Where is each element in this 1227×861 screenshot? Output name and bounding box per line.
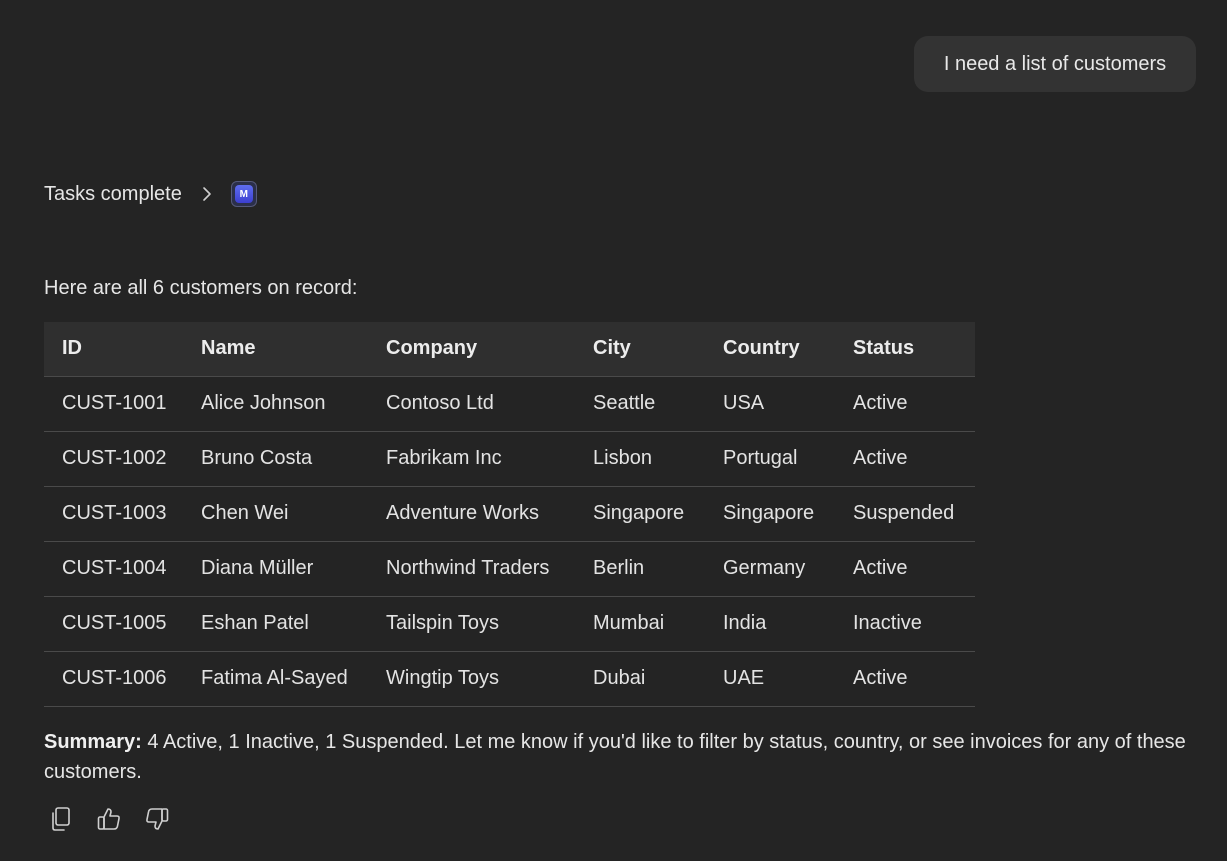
app-badge-letter: M <box>234 185 253 203</box>
column-header-city: City <box>575 322 705 377</box>
cell-name: Alice Johnson <box>183 376 368 432</box>
table-row: CUST-1001 Alice Johnson Contoso Ltd Seat… <box>44 376 975 432</box>
cell-city: Dubai <box>575 651 705 707</box>
tasks-status-label: Tasks complete <box>44 182 182 205</box>
cell-name: Diana Müller <box>183 541 368 597</box>
cell-city: Seattle <box>575 376 705 432</box>
cell-country: Singapore <box>705 486 835 542</box>
cell-name: Fatima Al-Sayed <box>183 651 368 707</box>
thumbs-up-icon[interactable] <box>96 804 122 834</box>
cell-id: CUST-1002 <box>44 431 183 487</box>
cell-status: Active <box>835 431 975 487</box>
response-summary: Summary: 4 Active, 1 Inactive, 1 Suspend… <box>44 727 1194 787</box>
cell-name: Bruno Costa <box>183 431 368 487</box>
table-row: CUST-1002 Bruno Costa Fabrikam Inc Lisbo… <box>44 431 975 487</box>
customers-table: ID Name Company City Country Status CUST… <box>44 322 975 707</box>
cell-name: Chen Wei <box>183 486 368 542</box>
cell-country: UAE <box>705 651 835 707</box>
chevron-right-icon[interactable] <box>200 187 214 201</box>
cell-id: CUST-1001 <box>44 376 183 432</box>
table-row: CUST-1004 Diana Müller Northwind Traders… <box>44 541 975 597</box>
table-row: CUST-1006 Fatima Al-Sayed Wingtip Toys D… <box>44 651 975 707</box>
cell-company: Fabrikam Inc <box>368 431 575 487</box>
response-intro: Here are all 6 customers on record: <box>44 277 358 299</box>
user-message-text: I need a list of customers <box>943 52 1167 75</box>
cell-status: Active <box>835 541 975 597</box>
cell-company: Contoso Ltd <box>368 376 575 432</box>
cell-country: India <box>705 596 835 652</box>
app-badge-icon[interactable]: M <box>230 181 257 207</box>
cell-company: Wingtip Toys <box>368 651 575 707</box>
table-row: CUST-1005 Eshan Patel Tailspin Toys Mumb… <box>44 596 975 652</box>
cell-country: USA <box>705 376 835 432</box>
cell-country: Germany <box>705 541 835 597</box>
tasks-status-row: Tasks complete M <box>44 176 257 212</box>
cell-city: Lisbon <box>575 431 705 487</box>
cell-company: Northwind Traders <box>368 541 575 597</box>
column-header-status: Status <box>835 322 975 377</box>
cell-status: Active <box>835 651 975 707</box>
summary-text: 4 Active, 1 Inactive, 1 Suspended. Let m… <box>44 731 1186 783</box>
column-header-company: Company <box>368 322 575 377</box>
cell-name: Eshan Patel <box>183 596 368 652</box>
column-header-id: ID <box>44 322 183 377</box>
cell-status: Inactive <box>835 596 975 652</box>
cell-status: Suspended <box>835 486 975 542</box>
table-row: CUST-1003 Chen Wei Adventure Works Singa… <box>44 486 975 542</box>
user-message-bubble: I need a list of customers <box>914 36 1196 92</box>
summary-label: Summary: <box>44 731 142 753</box>
cell-id: CUST-1005 <box>44 596 183 652</box>
response-actions <box>48 804 170 834</box>
column-header-country: Country <box>705 322 835 377</box>
cell-company: Tailspin Toys <box>368 596 575 652</box>
cell-id: CUST-1004 <box>44 541 183 597</box>
cell-company: Adventure Works <box>368 486 575 542</box>
copy-icon[interactable] <box>48 804 74 834</box>
cell-country: Portugal <box>705 431 835 487</box>
cell-city: Mumbai <box>575 596 705 652</box>
table-header-row: ID Name Company City Country Status <box>44 322 975 377</box>
cell-city: Singapore <box>575 486 705 542</box>
cell-city: Berlin <box>575 541 705 597</box>
cell-id: CUST-1003 <box>44 486 183 542</box>
column-header-name: Name <box>183 322 368 377</box>
cell-id: CUST-1006 <box>44 651 183 707</box>
thumbs-down-icon[interactable] <box>144 804 170 834</box>
cell-status: Active <box>835 376 975 432</box>
